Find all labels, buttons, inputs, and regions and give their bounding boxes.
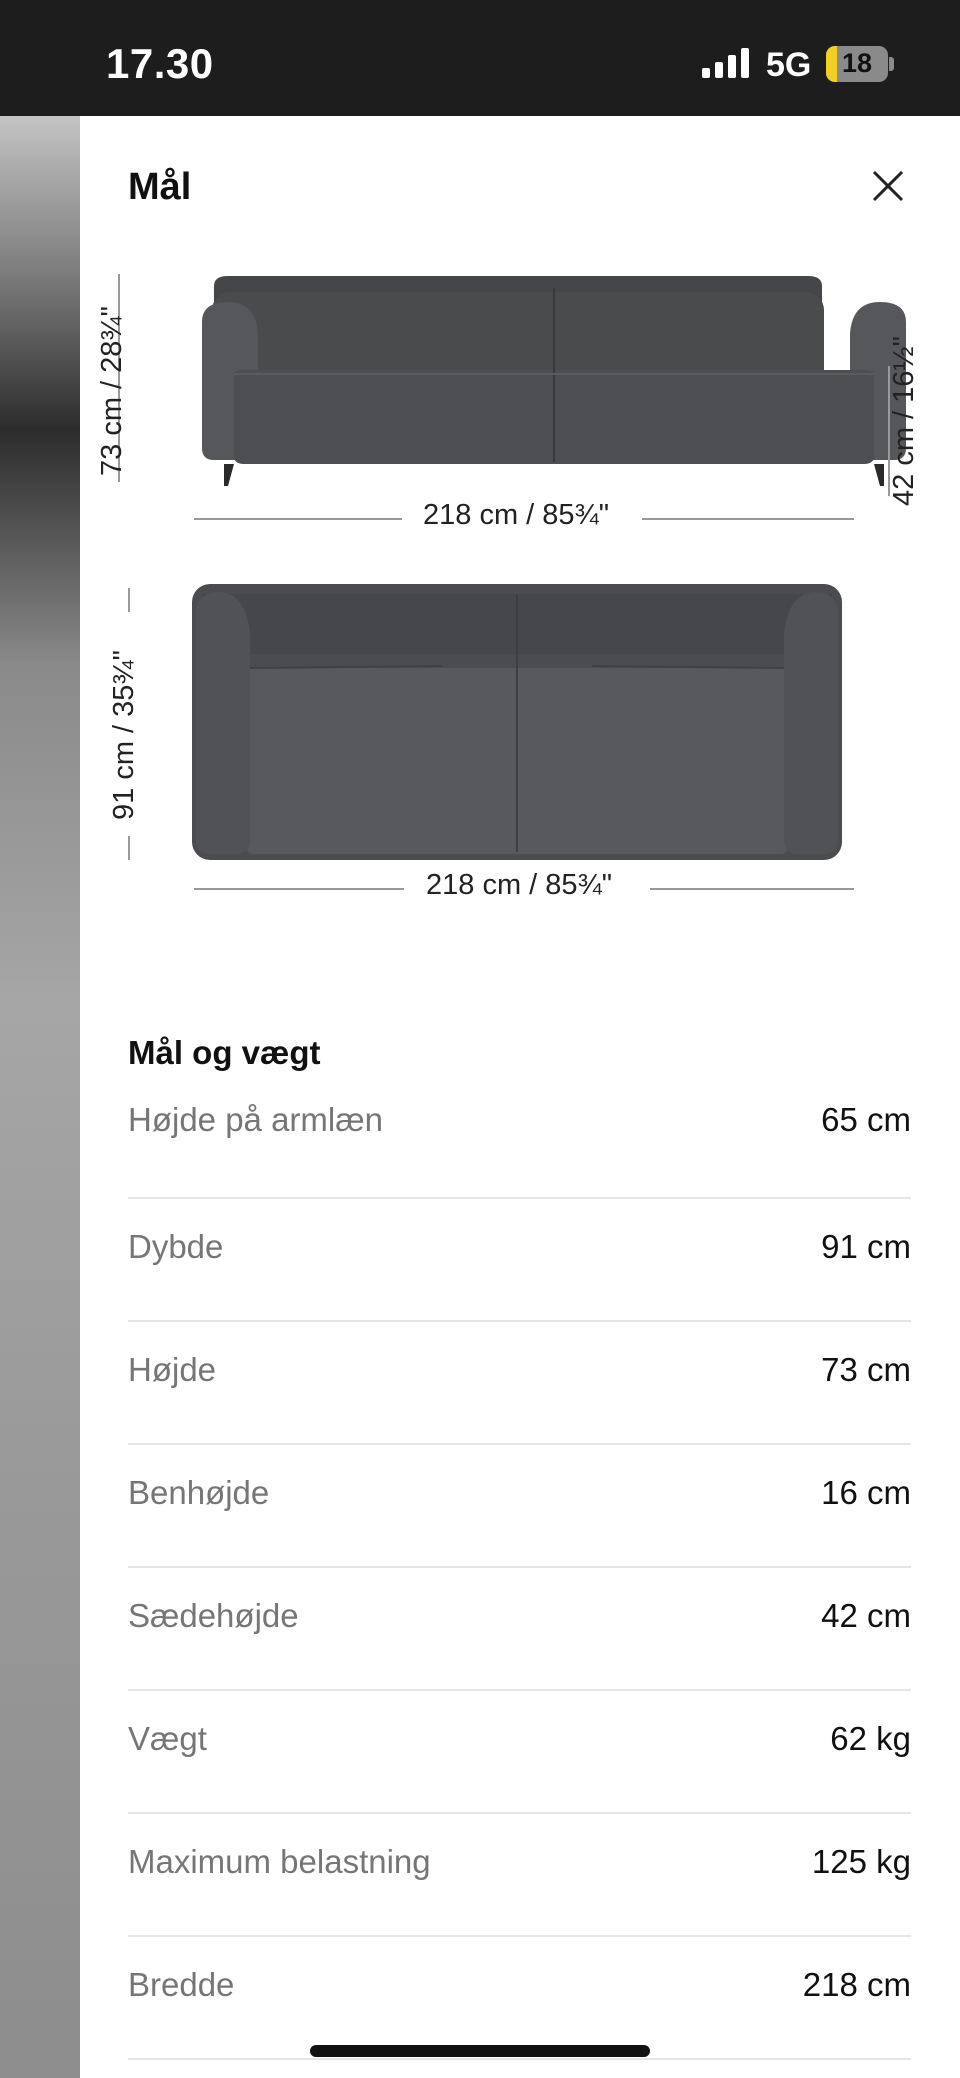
dimension-seat-height-label: 42 cm / 16½" <box>888 336 920 506</box>
dimensions-sheet: Mål 73 cm / 28¾" 42 cm / 16½" 218 cm / 8… <box>80 116 960 2078</box>
dimension-line <box>642 518 854 520</box>
status-bar: 17.30 5G 18 <box>0 0 960 116</box>
close-icon[interactable] <box>864 162 912 210</box>
dimension-depth-label: 91 cm / 35¾" <box>108 650 140 820</box>
spec-row-armrest-height: Højde på armlæn 65 cm <box>128 1101 911 1199</box>
spec-label: Benhøjde <box>128 1474 270 1511</box>
dimension-width-label: 218 cm / 85¾" <box>423 499 610 531</box>
dimension-height-label: 73 cm / 28¾" <box>96 306 128 476</box>
spec-value: 218 cm <box>802 1966 911 2003</box>
spec-value: 16 cm <box>821 1474 911 1511</box>
cellular-signal-icon <box>702 48 749 78</box>
dimension-line <box>650 888 854 890</box>
spec-label: Vægt <box>128 1720 207 1757</box>
spec-label: Sædehøjde <box>128 1597 299 1634</box>
dimension-line <box>194 518 402 520</box>
spec-label: Højde <box>128 1351 217 1388</box>
status-time: 17.30 <box>106 40 214 87</box>
spec-row-leg-height: Benhøjde 16 cm <box>128 1445 911 1568</box>
spec-label: Højde på armlæn <box>128 1101 383 1138</box>
spec-row-max-load: Maximum belastning 125 kg <box>128 1814 911 1937</box>
spec-label: Dybde <box>128 1228 224 1265</box>
spec-row-height: Højde 73 cm <box>128 1322 911 1445</box>
dimension-line <box>128 836 130 860</box>
background-page-overlay[interactable] <box>0 116 80 2078</box>
dimension-line <box>128 588 130 612</box>
spec-value: 42 cm <box>821 1597 911 1634</box>
sofa-top-view <box>192 584 842 860</box>
spec-row-weight: Vægt 62 kg <box>128 1691 911 1814</box>
spec-value: 62 kg <box>830 1720 911 1757</box>
spec-value: 65 cm <box>821 1101 911 1138</box>
sofa-front-view <box>202 276 906 486</box>
spec-value: 125 kg <box>811 1843 911 1880</box>
spec-value: 91 cm <box>821 1228 911 1265</box>
spec-value: 73 cm <box>821 1351 911 1388</box>
spec-row-width: Bredde 218 cm <box>128 1937 911 2060</box>
spec-row-seat-height: Sædehøjde 42 cm <box>128 1568 911 1691</box>
home-indicator[interactable] <box>310 2045 650 2057</box>
spec-heading: Mål og vægt <box>128 1034 321 1071</box>
spec-label: Maximum belastning <box>128 1843 431 1880</box>
network-type: 5G <box>766 46 812 84</box>
spec-label: Bredde <box>128 1966 235 2003</box>
spec-table: Højde på armlæn 65 cm Dybde 91 cm Højde … <box>128 1101 911 2060</box>
dimension-line <box>194 888 404 890</box>
spec-row-depth: Dybde 91 cm <box>128 1199 911 1322</box>
dimension-width-label: 218 cm / 85¾" <box>426 869 613 901</box>
sheet-title: Mål <box>128 166 192 208</box>
battery-level: 18 <box>841 48 873 78</box>
battery-icon: 18 <box>826 46 894 82</box>
